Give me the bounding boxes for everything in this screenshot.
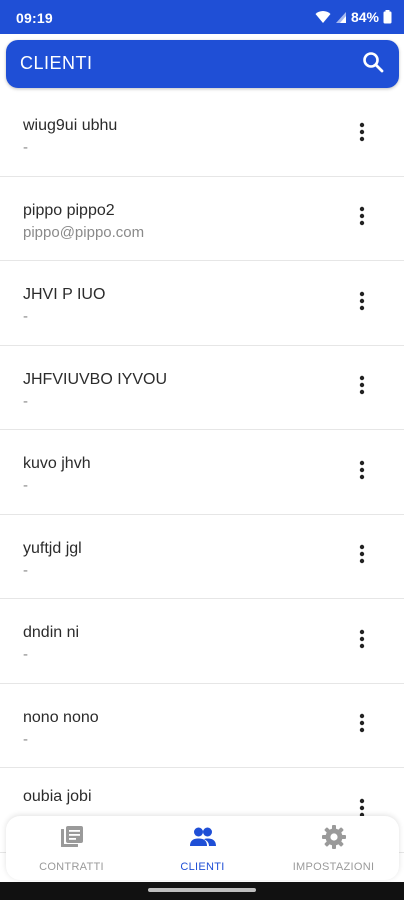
signal-icon	[335, 11, 347, 24]
list-item[interactable]: kuvo jhvh -	[0, 430, 404, 515]
list-item[interactable]: pippo pippo2 pippo@pippo.com	[0, 177, 404, 261]
bottom-navigation: CONTRATTI CLIENTI IMPOSTAZIONI	[6, 816, 399, 880]
list-item[interactable]: JHFVIUVBO IYVOU -	[0, 346, 404, 430]
people-icon	[189, 824, 217, 855]
more-options-button[interactable]	[350, 460, 374, 484]
more-vert-icon	[359, 206, 365, 231]
client-detail: -	[23, 561, 28, 579]
page-title: CLIENTI	[20, 53, 93, 73]
screen: 09:19 84% CLIENTI wiug9ui ubhu - pippo p…	[0, 0, 404, 900]
more-options-button[interactable]	[350, 375, 374, 400]
status-indicators: 84%	[315, 9, 392, 25]
status-bar: 09:19 84%	[0, 0, 404, 34]
more-vert-icon	[359, 460, 365, 485]
client-detail: pippo@pippo.com	[23, 223, 145, 241]
client-name: nono nono	[23, 708, 99, 726]
wifi-icon	[315, 10, 331, 24]
client-detail: -	[23, 646, 28, 663]
more-vert-icon	[359, 713, 365, 738]
more-options-button[interactable]	[350, 629, 374, 653]
gesture-handle[interactable]	[148, 888, 256, 892]
more-options-button[interactable]	[350, 206, 374, 231]
client-list: wiug9ui ubhu - pippo pippo2 pippo@pippo.…	[0, 92, 404, 853]
client-name: JHVI P IUO	[23, 286, 106, 303]
nav-item-impostazioni[interactable]: IMPOSTAZIONI	[268, 816, 399, 880]
nav-item-contratti[interactable]: CONTRATTI	[6, 816, 137, 880]
gear-icon	[321, 824, 347, 855]
client-name: JHFVIUVBO IYVOU	[23, 370, 168, 388]
more-vert-icon	[359, 544, 365, 569]
client-name: wiug9ui ubhu	[23, 117, 118, 134]
nav-label-clienti: CLIENTI	[180, 861, 225, 873]
client-name: yuftjd jgl	[23, 539, 82, 557]
client-detail: -	[23, 139, 28, 156]
list-item[interactable]: nono nono -	[0, 684, 404, 768]
client-name: pippo pippo2	[23, 201, 115, 219]
more-vert-icon	[359, 629, 365, 654]
client-detail: -	[23, 477, 28, 494]
list-item[interactable]: dndin ni -	[0, 599, 404, 684]
more-vert-icon	[359, 122, 365, 147]
search-button[interactable]	[359, 50, 387, 78]
list-item[interactable]: JHVI P IUO -	[0, 261, 404, 346]
document-icon	[59, 824, 85, 855]
status-time: 09:19	[16, 10, 53, 26]
client-name: oubia jobi	[23, 788, 92, 805]
list-item[interactable]: yuftjd jgl -	[0, 515, 404, 599]
search-icon	[361, 50, 385, 79]
more-options-button[interactable]	[350, 713, 374, 738]
client-detail: -	[23, 392, 28, 410]
more-options-button[interactable]	[350, 291, 374, 315]
client-name: kuvo jhvh	[23, 455, 91, 472]
app-bar: CLIENTI	[6, 40, 399, 88]
client-name: dndin ni	[23, 624, 80, 641]
battery-percent: 84%	[350, 9, 379, 25]
client-detail: -	[23, 308, 28, 325]
more-vert-icon	[359, 291, 365, 316]
nav-label-contratti: CONTRATTI	[39, 861, 104, 873]
more-vert-icon	[359, 375, 365, 400]
client-detail: -	[23, 730, 28, 748]
battery-icon	[383, 10, 392, 24]
nav-item-clienti[interactable]: CLIENTI	[137, 816, 268, 880]
more-options-button[interactable]	[350, 544, 374, 569]
list-item[interactable]: wiug9ui ubhu -	[0, 92, 404, 177]
nav-label-impostazioni: IMPOSTAZIONI	[292, 861, 375, 873]
more-options-button[interactable]	[350, 122, 374, 146]
